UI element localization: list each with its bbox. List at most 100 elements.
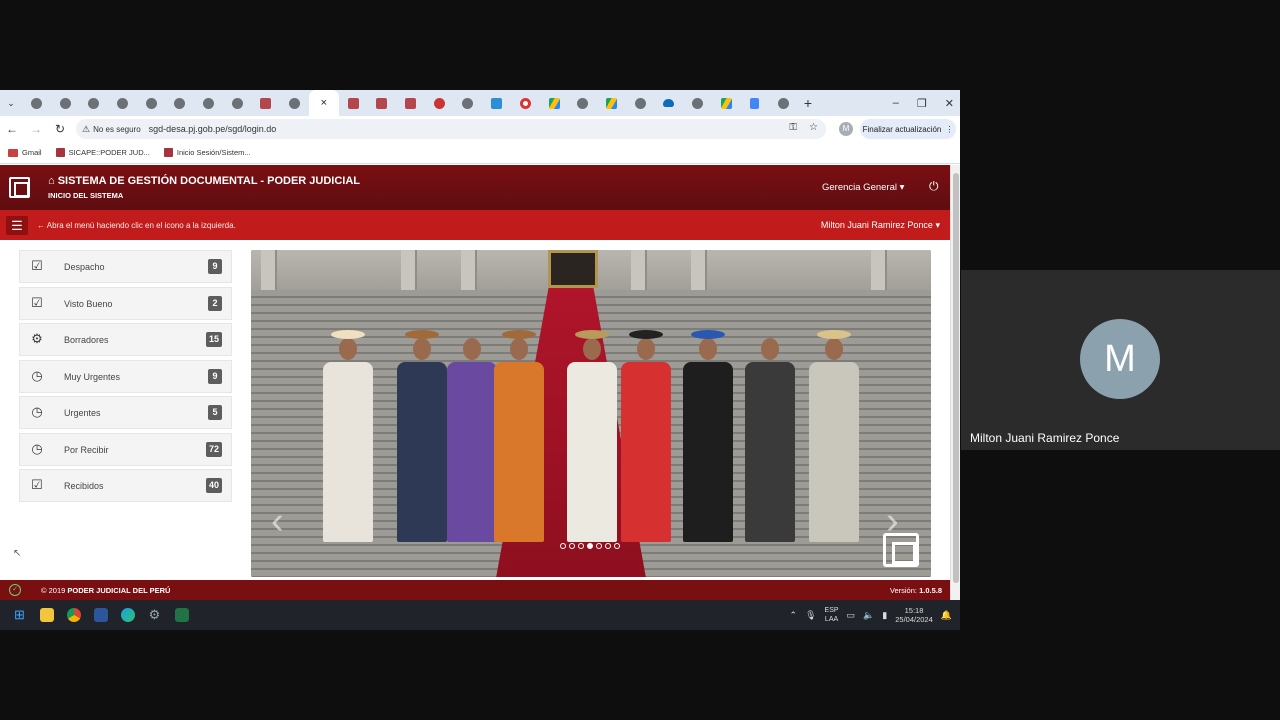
excel-icon[interactable] — [168, 600, 195, 630]
word-icon[interactable] — [87, 600, 114, 630]
mouse-cursor-icon: ↖ — [13, 548, 22, 559]
network-icon[interactable]: ▭ — [847, 610, 856, 621]
participant-tile[interactable]: M Milton Juani Ramirez Ponce — [961, 270, 1280, 450]
browser-tab[interactable] — [108, 90, 137, 116]
power-icon[interactable]: ⏻ — [929, 179, 939, 194]
settings-icon[interactable]: ⚙ — [141, 600, 168, 630]
close-tab-icon[interactable]: × — [321, 97, 327, 109]
notification-bell-icon[interactable]: 🔔 — [941, 610, 952, 621]
browser-tab[interactable] — [683, 90, 712, 116]
url-text[interactable]: sgd-desa.pj.gob.pe/sgd/login.do — [149, 124, 277, 134]
browser-tab[interactable] — [769, 90, 798, 116]
microphone-icon[interactable]: 🎙 — [805, 610, 816, 621]
carousel-prev-button[interactable]: ‹ — [271, 500, 284, 543]
carousel-indicator[interactable] — [596, 543, 602, 549]
browser-tab[interactable] — [597, 90, 626, 116]
browser-tab[interactable] — [654, 90, 683, 116]
browser-tab[interactable] — [165, 90, 194, 116]
app-footer: ✓ © 2019 PODER JUDICIAL DEL PERÚ Versión… — [0, 580, 950, 600]
new-tab-button[interactable]: + — [804, 95, 812, 111]
update-button[interactable]: Finalizar actualización ⋮ — [860, 119, 956, 139]
browser-tab[interactable] — [339, 90, 368, 116]
carousel-indicator[interactable] — [605, 543, 611, 549]
browser-tab[interactable] — [223, 90, 252, 116]
sidebar-item[interactable]: ☑ Despacho 9 — [19, 250, 232, 283]
office-dropdown[interactable]: Gerencia General ▾ — [822, 182, 904, 193]
carousel-indicator[interactable] — [569, 543, 575, 549]
word-shape — [93, 608, 108, 622]
browser-tab[interactable] — [22, 90, 51, 116]
hamburger-menu-button[interactable]: ☰ — [6, 216, 28, 235]
scrollbar-thumb[interactable] — [953, 173, 959, 583]
sidebar-item-label: Urgentes — [64, 408, 101, 418]
carousel-indicator[interactable] — [587, 543, 593, 549]
security-label[interactable]: No es seguro — [93, 125, 141, 134]
browser-tab[interactable] — [454, 90, 483, 116]
browser-tab-active[interactable]: × — [308, 90, 339, 116]
sidebar-item[interactable]: ◷ Urgentes 5 — [19, 396, 232, 429]
bookmark-item[interactable]: Gmail — [8, 148, 42, 157]
browser-tab[interactable] — [712, 90, 741, 116]
person-hat — [575, 330, 609, 339]
file-explorer-icon[interactable] — [33, 600, 60, 630]
version-label: Versión: — [889, 586, 917, 595]
carousel-indicator[interactable] — [560, 543, 566, 549]
omnibox[interactable]: ⚠ No es seguro sgd-desa.pj.gob.pe/sgd/lo… — [76, 119, 826, 139]
tab-favicon-icon — [202, 97, 214, 109]
volume-icon[interactable]: 🔈 — [863, 610, 874, 621]
carousel-indicator[interactable] — [578, 543, 584, 549]
browser-tab[interactable] — [194, 90, 223, 116]
taskbar-clock[interactable]: 15:18 25/04/2024 — [895, 606, 933, 624]
restore-button[interactable]: ❐ — [917, 97, 927, 110]
chrome-icon[interactable] — [60, 600, 87, 630]
browser-tab[interactable] — [396, 90, 425, 116]
bookmark-item[interactable]: Inicio Sesión/Sistem... — [163, 148, 251, 157]
tab-search-chevron-icon[interactable]: ⌄ — [0, 98, 22, 109]
forward-button[interactable]: → — [24, 122, 48, 136]
minimize-button[interactable]: – — [893, 97, 899, 109]
profile-avatar[interactable]: M — [839, 122, 853, 136]
back-button[interactable]: ← — [0, 122, 24, 136]
key-icon[interactable]: ⚿ — [789, 122, 797, 133]
count-badge: 15 — [205, 332, 222, 347]
bookmark-item[interactable]: SICAPE::PODER JUD... — [55, 148, 150, 157]
sidebar-item[interactable]: ⚙ Borradores 15 — [19, 323, 232, 356]
browser-tab[interactable] — [568, 90, 597, 116]
browser-tab[interactable] — [137, 90, 166, 116]
sidebar-item[interactable]: ☑ Visto Bueno 2 — [19, 286, 232, 320]
carousel-indicator[interactable] — [614, 543, 620, 549]
browser-tab[interactable] — [626, 90, 655, 116]
close-window-button[interactable]: ✕ — [945, 97, 954, 110]
browser-tab[interactable] — [511, 90, 540, 116]
tab-favicon-icon — [548, 97, 560, 109]
browser-tab[interactable] — [482, 90, 511, 116]
sidebar-item[interactable]: ☑ Recibidos 40 — [19, 469, 232, 502]
chevron-up-icon[interactable]: ⌃ — [790, 610, 798, 621]
browser-tab[interactable] — [540, 90, 569, 116]
browser-tab[interactable] — [252, 90, 281, 116]
tab-favicon-icon — [59, 97, 71, 109]
palace-door — [548, 250, 598, 288]
sidebar-item[interactable]: ◷ Muy Urgentes 9 — [19, 359, 232, 393]
browser-tab[interactable] — [741, 90, 770, 116]
browser-tab[interactable] — [425, 90, 454, 116]
app-title-text: SISTEMA DE GESTIÓN DOCUMENTAL - PODER JU… — [57, 175, 361, 187]
reload-button[interactable]: ↻ — [48, 122, 72, 136]
page-scrollbar[interactable] — [950, 165, 960, 600]
user-dropdown[interactable]: Milton Juani Ramirez Ponce ▾ — [821, 220, 940, 231]
person-figure — [323, 362, 373, 542]
browser-tab[interactable] — [368, 90, 397, 116]
browser-tab[interactable] — [51, 90, 80, 116]
star-icon[interactable]: ☆ — [809, 122, 818, 133]
browser-tab[interactable] — [79, 90, 108, 116]
battery-icon[interactable]: ▮ — [882, 610, 887, 621]
sidebar-item[interactable]: ◷ Por Recibir 72 — [19, 432, 232, 466]
gear-icon: ⚙ — [31, 331, 43, 346]
clock-icon: ◷ — [31, 404, 43, 419]
windows-start-icon[interactable]: ⊞ — [6, 600, 33, 630]
language-indicator[interactable]: ESP LAA — [825, 606, 839, 624]
browser-tab[interactable] — [280, 90, 309, 116]
edge-icon[interactable] — [114, 600, 141, 630]
sidebar-item-label: Recibidos — [64, 481, 104, 491]
address-bar-row: ← → ↻ ⚠ No es seguro sgd-desa.pj.gob.pe/… — [0, 116, 960, 142]
